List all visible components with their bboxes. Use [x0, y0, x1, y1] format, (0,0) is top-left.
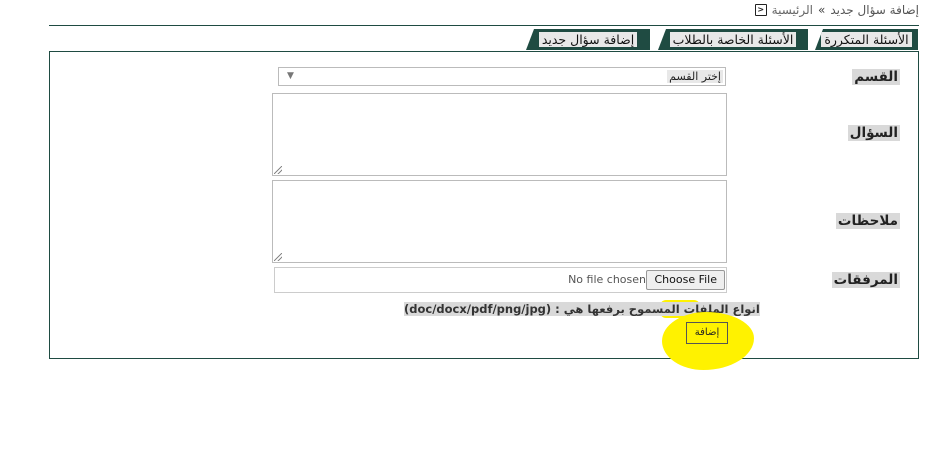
notes-label: ملاحظات — [835, 213, 900, 229]
category-label: القسم — [852, 69, 900, 85]
choose-file-button[interactable]: Choose File — [646, 270, 725, 290]
breadcrumb-home-link[interactable]: الرئيسية — [772, 3, 813, 17]
category-select[interactable]: إختر القسم ▼ — [278, 67, 726, 86]
breadcrumb-separator: » — [818, 3, 826, 17]
tabs-bar: الأسئلة المتكررة الأسئلة الخاصة بالطلاب … — [49, 25, 919, 52]
question-label: السؤال — [847, 125, 900, 141]
submit-button[interactable]: إضافة — [686, 322, 728, 344]
notes-textarea[interactable] — [272, 180, 727, 263]
file-status-text: No file chosen — [568, 273, 646, 286]
attachment-file-input[interactable]: Choose File No file chosen — [274, 267, 727, 293]
home-nav-icon[interactable]: < — [754, 4, 767, 16]
breadcrumb: < الرئيسية » إضافة سؤال جديد — [754, 2, 919, 18]
tab-faq-label: الأسئلة المتكررة — [821, 32, 912, 47]
form-panel: القسم إختر القسم ▼ السؤال ملاحظات المرفق… — [49, 51, 919, 370]
tab-faq[interactable]: الأسئلة المتكررة — [815, 29, 918, 50]
category-select-value: إختر القسم — [667, 70, 723, 83]
resize-handle-icon[interactable] — [274, 253, 282, 261]
tab-add-question-label: إضافة سؤال جديد — [538, 32, 638, 47]
breadcrumb-current: إضافة سؤال جديد — [830, 3, 919, 17]
tab-student-questions[interactable]: الأسئلة الخاصة بالطلاب — [658, 29, 808, 50]
chevron-down-icon: ▼ — [287, 71, 294, 81]
attachments-label: المرفقات — [831, 272, 900, 288]
resize-handle-icon[interactable] — [274, 166, 282, 174]
tab-student-questions-label: الأسئلة الخاصة بالطلاب — [669, 32, 797, 47]
tab-add-question[interactable]: إضافة سؤال جديد — [526, 29, 650, 50]
question-textarea[interactable] — [272, 93, 727, 176]
